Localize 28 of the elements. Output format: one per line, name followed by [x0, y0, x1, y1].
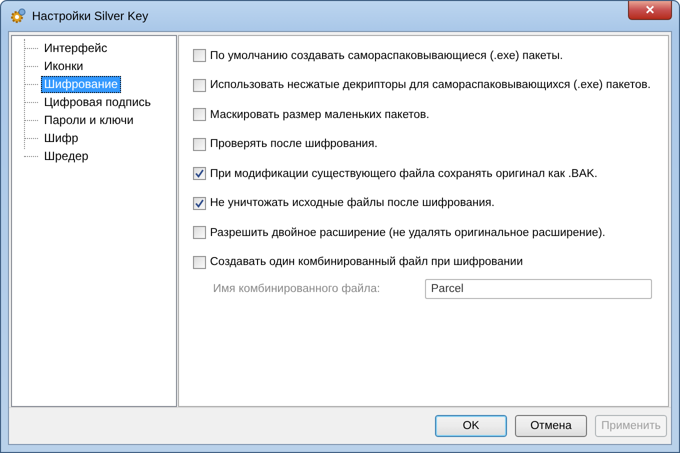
tree-item[interactable]: Интерфейс	[41, 40, 110, 56]
window-title: Настройки Silver Key	[32, 9, 148, 23]
checkbox[interactable]	[193, 196, 206, 210]
close-button[interactable]: ✕	[628, 1, 672, 20]
checkbox[interactable]	[193, 138, 206, 151]
checkbox[interactable]	[193, 226, 206, 240]
checkbox[interactable]	[193, 167, 206, 180]
field-label: Имя комбинированного файла:	[213, 283, 382, 295]
tree-item[interactable]: Шифр	[41, 130, 82, 146]
checkbox-label[interactable]: Проверять после шифрования.	[210, 138, 378, 150]
checkbox[interactable]	[193, 108, 206, 122]
checkbox-label[interactable]: Использовать несжатые декрипторы для самораспаковывающихся (.exe) пакетов.	[210, 79, 651, 92]
checkbox-label[interactable]: Создавать один комбинированный файл при шифровании	[210, 256, 523, 268]
checkbox[interactable]	[193, 256, 206, 269]
checkbox-label[interactable]: Разрешить двойное расширение (не удалять оригинальное расширение).	[210, 226, 606, 239]
checkbox-label[interactable]: Маскировать размер маленьких пакетов.	[210, 108, 430, 121]
checkbox[interactable]	[193, 49, 206, 62]
checkbox-label[interactable]: Не уничтожать исходные файлы после шифрования.	[210, 197, 495, 210]
tree-item[interactable]: Пароли и ключи	[41, 112, 137, 128]
tree-item[interactable]: Цифровая подпись	[41, 94, 154, 110]
dialog-button[interactable]: Отмена	[515, 415, 587, 437]
tree-item[interactable]: Шредер	[41, 148, 92, 164]
dialog-button[interactable]: OK	[435, 415, 507, 437]
tree-item[interactable]: Иконки	[41, 58, 86, 74]
checkbox-label[interactable]: По умолчанию создавать самораспаковывающиеся (.exe) пакеты.	[210, 50, 563, 62]
gear-icon	[10, 8, 26, 24]
checkbox[interactable]	[193, 78, 206, 92]
checkbox-label[interactable]: При модификации существующего файла сохранять оригинал как .BAK.	[210, 168, 598, 180]
